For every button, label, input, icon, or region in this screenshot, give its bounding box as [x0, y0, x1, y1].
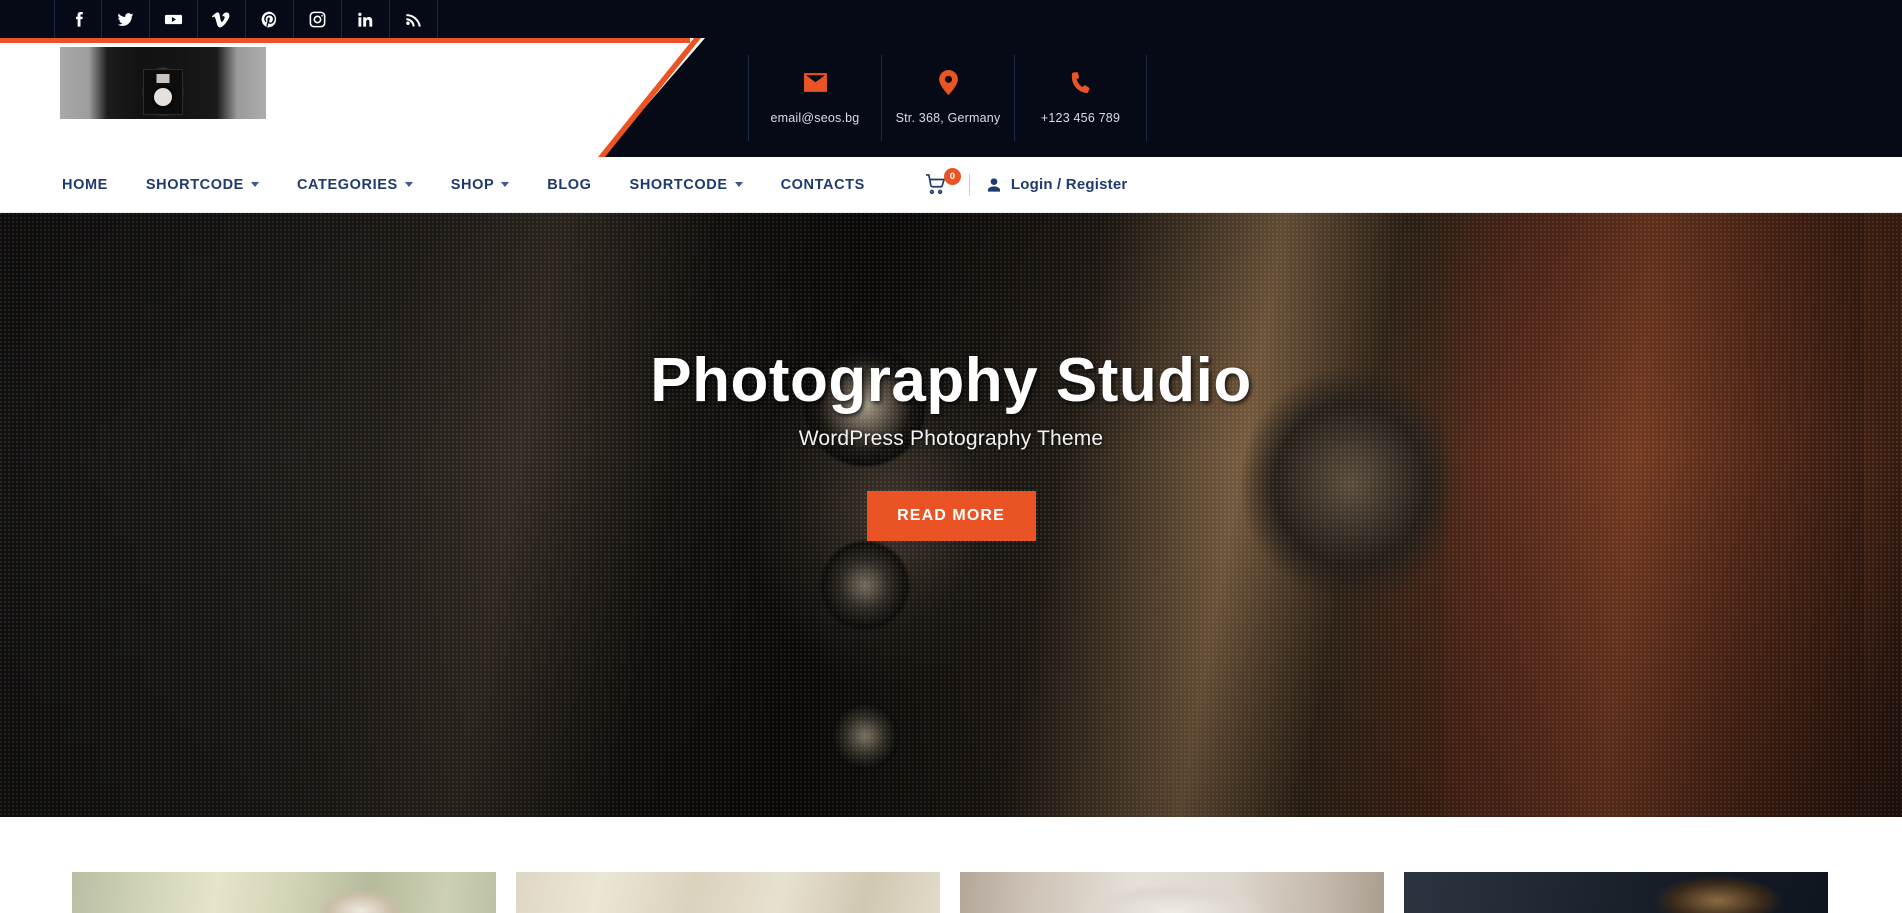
nav-utilities: 0 Login / Register — [925, 167, 1128, 198]
nav-label: CONTACTS — [780, 176, 865, 193]
gallery-section — [0, 817, 1902, 913]
contact-email[interactable]: email@seos.bg — [748, 54, 881, 141]
hero-content: Photography Studio WordPress Photography… — [0, 213, 1902, 817]
envelope-icon — [803, 67, 828, 99]
contact-phone[interactable]: +123 456 789 — [1014, 54, 1147, 141]
hero-title: Photography Studio — [650, 346, 1252, 415]
nav-label: HOME — [62, 176, 108, 193]
chevron-down-icon — [501, 182, 510, 187]
vimeo-icon[interactable] — [198, 0, 246, 38]
chevron-down-icon — [250, 182, 259, 187]
read-more-button[interactable]: READ MORE — [866, 491, 1036, 542]
twitter-icon[interactable] — [102, 0, 150, 38]
map-pin-icon — [938, 67, 958, 99]
nav-label: SHORTCODE — [629, 176, 728, 193]
header-orange-rule — [0, 38, 690, 43]
facebook-icon[interactable] — [54, 0, 102, 38]
contact-phone-text: +123 456 789 — [1040, 110, 1121, 125]
nav-divider — [968, 173, 970, 196]
instagram-icon[interactable] — [294, 0, 342, 38]
nav-item-blog[interactable]: BLOG — [547, 177, 591, 193]
phone-icon — [1068, 67, 1093, 99]
gallery-thumb-3[interactable] — [960, 872, 1384, 913]
login-register-button[interactable]: Login / Register — [986, 176, 1128, 193]
login-register-label: Login / Register — [1010, 176, 1128, 193]
nav-label: BLOG — [547, 176, 592, 193]
chevron-down-icon — [734, 182, 743, 187]
cart-count-badge: 0 — [943, 167, 961, 185]
nav-label: SHORTCODE — [145, 176, 244, 193]
chevron-down-icon — [404, 182, 413, 187]
gallery-thumb-1[interactable] — [72, 872, 496, 913]
contact-address-text: Str. 368, Germany — [895, 110, 1001, 125]
user-icon — [987, 177, 1000, 192]
nav-menu: HOME SHORTCODE CATEGORIES SHOP BLOG SHOR… — [62, 177, 903, 193]
gallery-thumb-2[interactable] — [516, 872, 940, 913]
social-bar — [0, 0, 1902, 38]
cart-button[interactable]: 0 — [925, 167, 961, 198]
nav-label: SHOP — [450, 176, 495, 193]
header-contacts: email@seos.bg Str. 368, Germany +123 456… — [748, 38, 1147, 157]
rss-icon[interactable] — [390, 0, 438, 38]
nav-item-shortcode-1[interactable]: SHORTCODE — [146, 177, 259, 193]
hero-banner: Photography Studio WordPress Photography… — [0, 213, 1902, 817]
site-logo[interactable] — [60, 47, 266, 119]
pinterest-icon[interactable] — [246, 0, 294, 38]
linkedin-icon[interactable] — [342, 0, 390, 38]
contact-email-text: email@seos.bg — [770, 110, 860, 125]
nav-item-shortcode-2[interactable]: SHORTCODE — [630, 177, 743, 193]
main-navigation: HOME SHORTCODE CATEGORIES SHOP BLOG SHOR… — [0, 157, 1902, 213]
nav-label: CATEGORIES — [296, 176, 398, 193]
nav-item-shop[interactable]: SHOP — [451, 177, 510, 193]
logo-camera-icon — [143, 68, 183, 115]
gallery-row — [72, 872, 1828, 913]
nav-item-contacts[interactable]: CONTACTS — [781, 177, 865, 193]
youtube-icon[interactable] — [150, 0, 198, 38]
contact-address[interactable]: Str. 368, Germany — [881, 54, 1014, 141]
gallery-thumb-4[interactable] — [1404, 872, 1828, 913]
hero-subtitle: WordPress Photography Theme — [798, 427, 1104, 451]
nav-item-categories[interactable]: CATEGORIES — [297, 177, 413, 193]
nav-item-home[interactable]: HOME — [62, 177, 108, 193]
